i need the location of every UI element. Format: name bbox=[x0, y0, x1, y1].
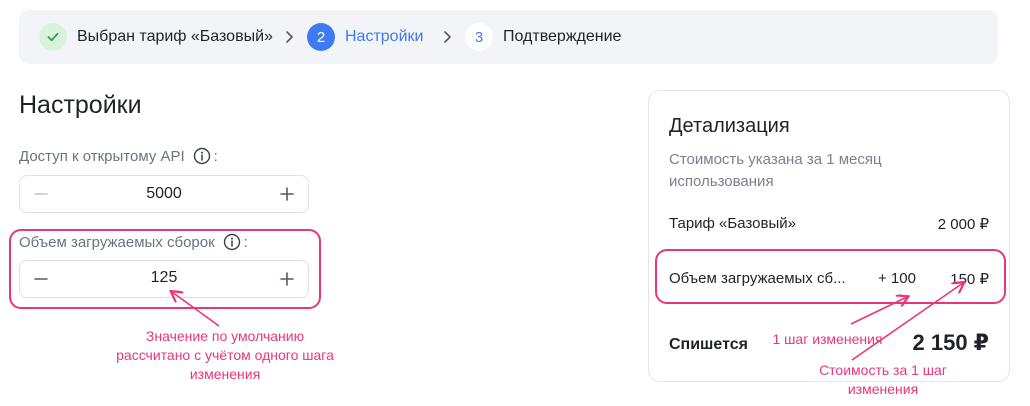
default-value-annotation: Значение по умолчанию рассчитано с учёто… bbox=[116, 328, 334, 382]
step-change-annotation: 1 шаг изменения bbox=[772, 331, 883, 347]
step-confirmation[interactable]: 3 Подтверждение bbox=[465, 23, 621, 51]
step-label: Настройки bbox=[345, 28, 424, 45]
step-number-badge: 2 bbox=[307, 23, 335, 51]
tariff-price: 2 000 ₽ bbox=[937, 216, 989, 233]
step-settings[interactable]: 2 Настройки bbox=[307, 23, 423, 51]
tariff-label: Тариф «Базовый» bbox=[669, 215, 796, 232]
step-number-badge: 3 bbox=[465, 23, 493, 51]
details-subtitle: Стоимость указана за 1 месяц использован… bbox=[669, 151, 882, 190]
chevron-right-icon bbox=[444, 31, 451, 43]
total-label: Спишется bbox=[669, 336, 748, 353]
step-cost-annotation: Стоимость за 1 шаг изменения bbox=[819, 362, 947, 397]
check-icon bbox=[39, 23, 67, 51]
info-icon[interactable] bbox=[193, 147, 211, 165]
minus-icon[interactable] bbox=[32, 185, 50, 203]
total-value: 2 150 ₽ bbox=[912, 330, 989, 355]
builds-row-highlight bbox=[655, 249, 1006, 304]
api-access-stepper: 5000 bbox=[19, 175, 309, 213]
details-title: Детализация bbox=[669, 115, 790, 137]
step-label: Подтверждение bbox=[503, 28, 622, 45]
api-access-label-text: Доступ к открытому API bbox=[19, 147, 185, 165]
builds-volume-highlight bbox=[9, 229, 321, 309]
label-colon: : bbox=[213, 147, 218, 165]
page-title: Настройки bbox=[19, 91, 142, 119]
step-label: Выбран тариф «Базовый» bbox=[77, 28, 273, 45]
step-tariff-selected[interactable]: Выбран тариф «Базовый» bbox=[39, 23, 273, 51]
chevron-right-icon bbox=[286, 31, 293, 43]
plus-icon[interactable] bbox=[278, 185, 296, 203]
api-access-value[interactable]: 5000 bbox=[60, 185, 268, 203]
api-access-label: Доступ к открытому API : bbox=[19, 147, 218, 165]
progress-stepper: Выбран тариф «Базовый» 2 Настройки 3 Под… bbox=[19, 10, 998, 64]
